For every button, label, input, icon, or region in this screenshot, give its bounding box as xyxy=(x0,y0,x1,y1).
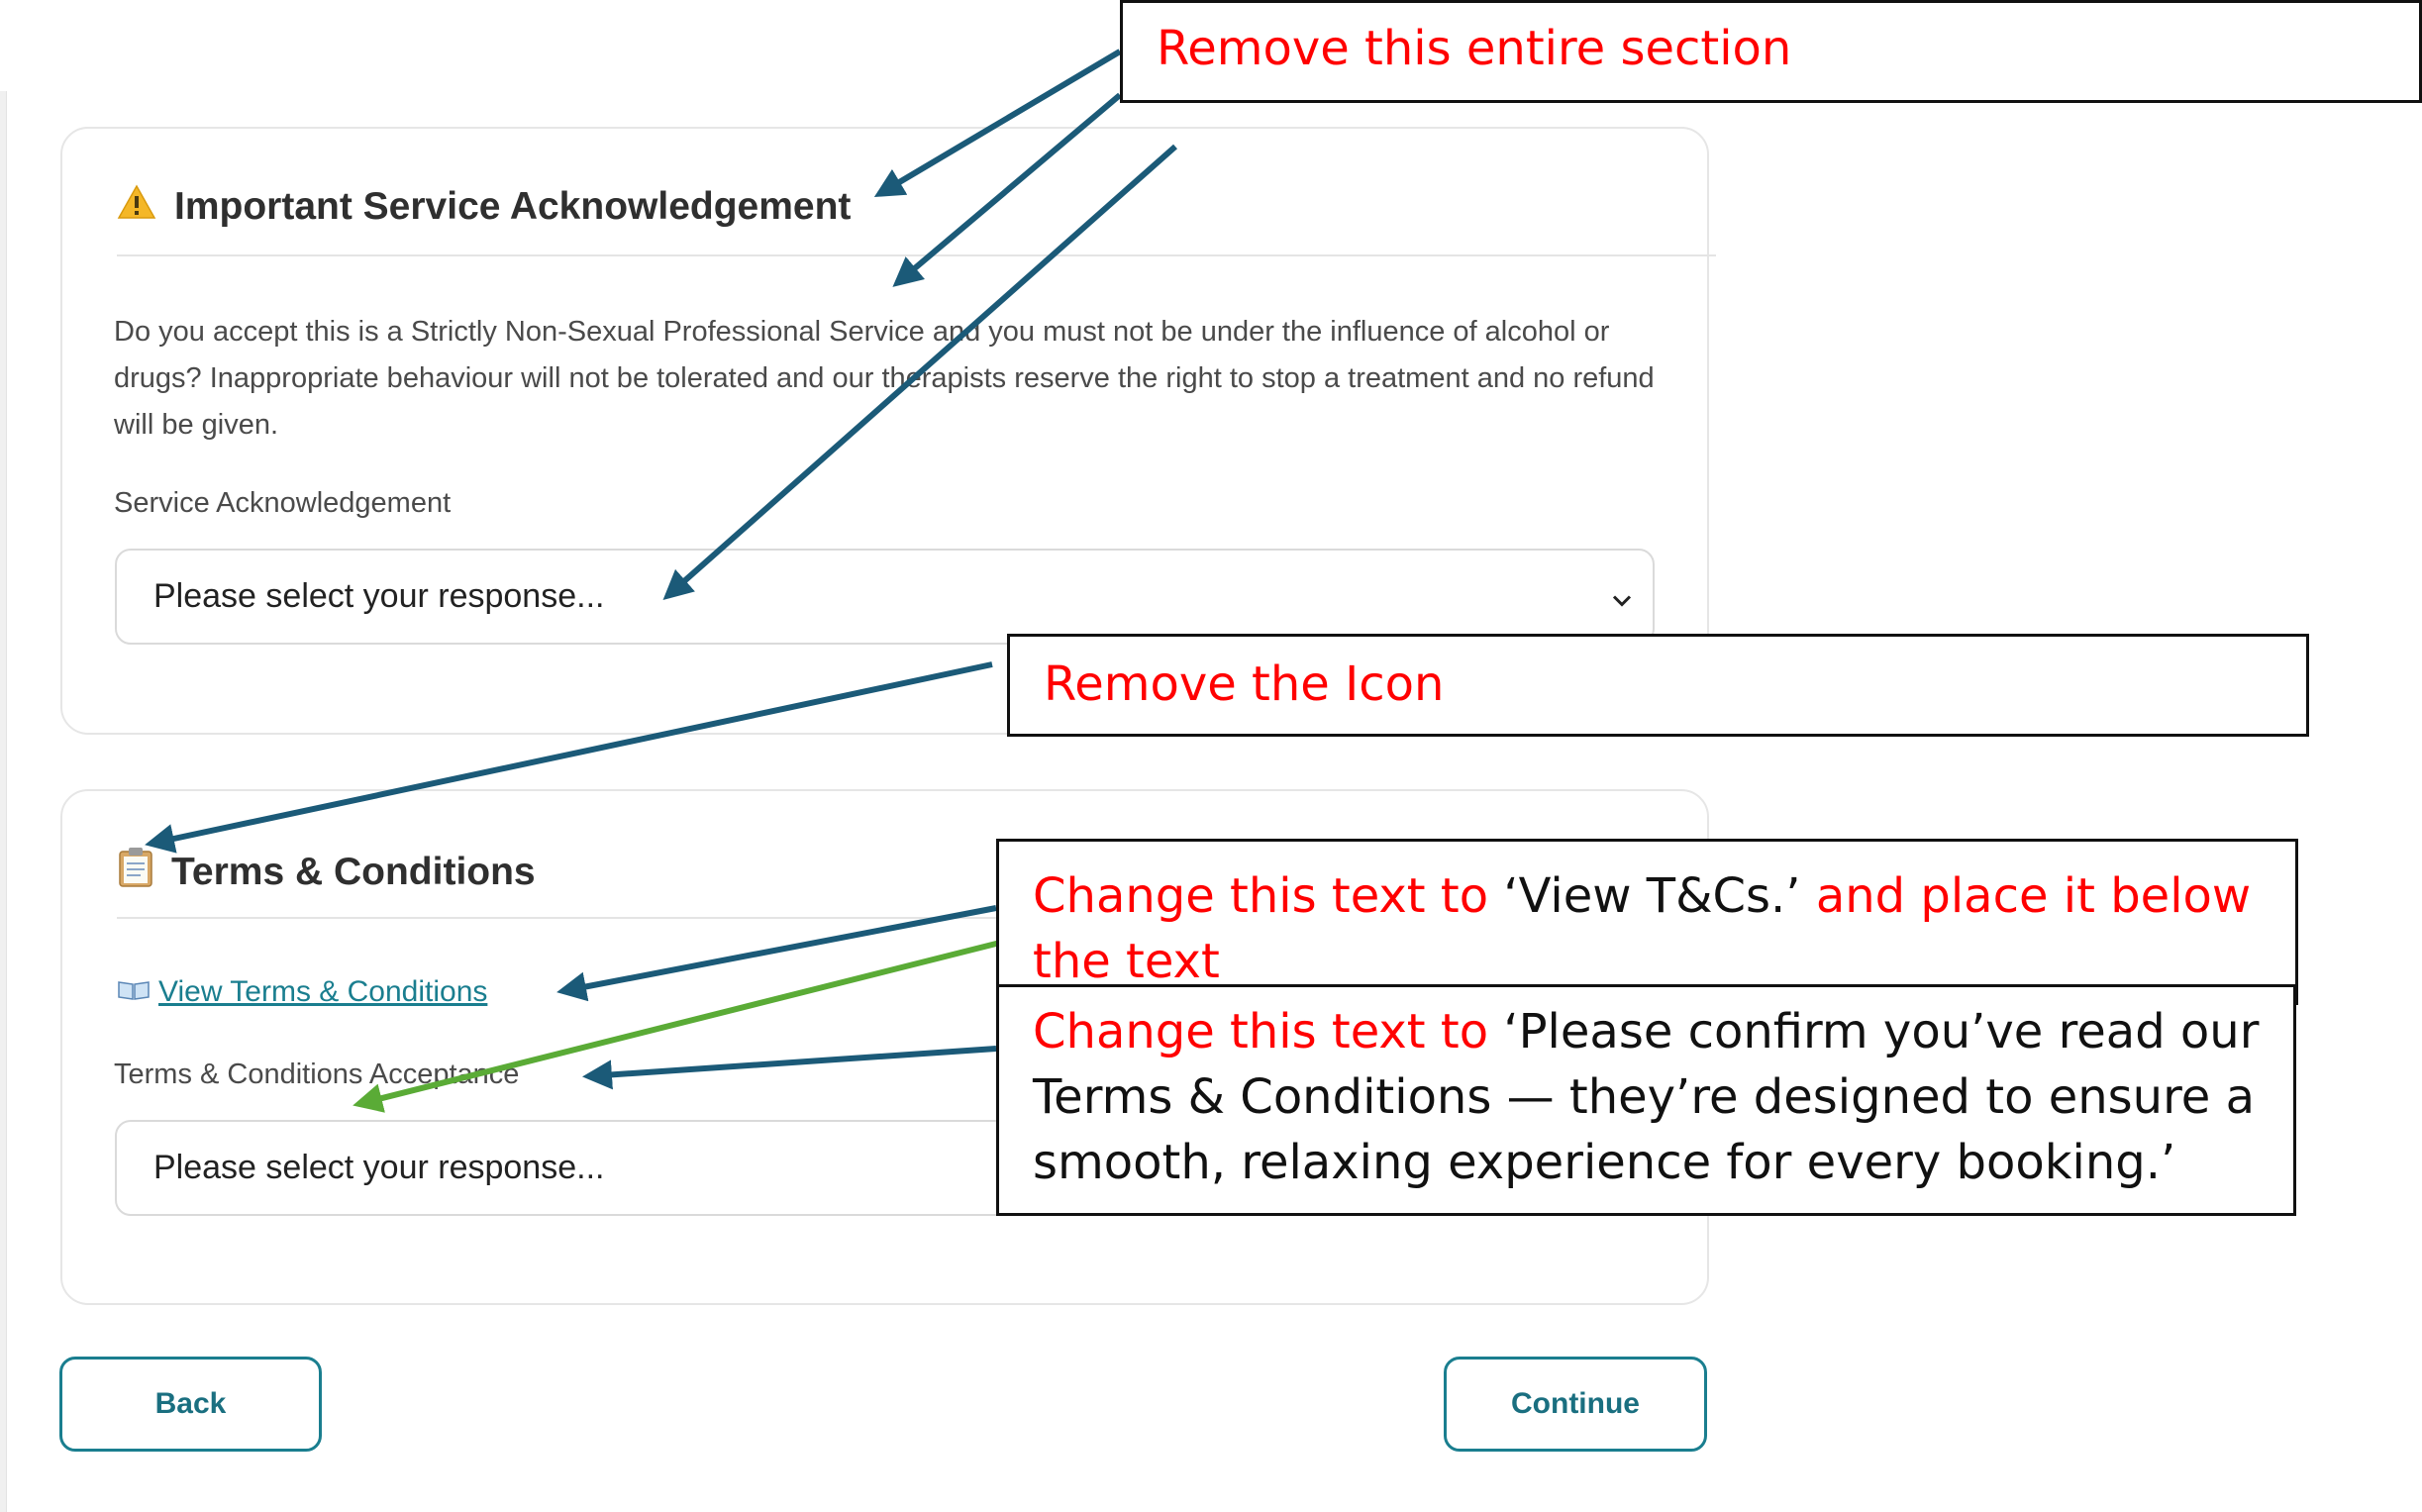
annotation-text: Change this text to ‘Please confirm you’… xyxy=(1033,999,2293,1195)
select-value: Please select your response... xyxy=(153,577,605,615)
chevron-down-icon xyxy=(1611,577,1633,616)
title-divider xyxy=(117,254,1716,256)
annotation-quote: ‘View T&Cs.’ xyxy=(1503,868,1801,924)
annotation-prefix: Change this text to xyxy=(1033,1004,1489,1059)
select-value: Please select your response... xyxy=(153,1149,605,1186)
continue-button[interactable]: Continue xyxy=(1444,1357,1707,1452)
terms-conditions-heading: Terms & Conditions xyxy=(118,847,536,898)
back-button[interactable]: Back xyxy=(59,1357,322,1452)
annotation-text: Change this text to ‘View T&Cs.’ and pla… xyxy=(1033,863,2295,994)
service-description: Do you accept this is a Strictly Non-Sex… xyxy=(114,316,1655,441)
annotation-remove-section: Remove this entire section xyxy=(1120,0,2422,103)
annotation-remove-icon: Remove the Icon xyxy=(1007,634,2309,737)
service-acknowledgement-label: Service Acknowledgement xyxy=(114,487,452,519)
service-acknowledgement-heading: Important Service Acknowledgement xyxy=(117,184,851,230)
annotation-text: Remove this entire section xyxy=(1157,21,1792,76)
view-terms-link-text: View Terms & Conditions xyxy=(158,975,488,1008)
service-acknowledgement-select[interactable]: Please select your response... xyxy=(115,549,1655,645)
page-edge xyxy=(0,91,7,1512)
annotation-text: Remove the Icon xyxy=(1044,656,1445,712)
warning-icon xyxy=(117,184,156,230)
annotation-prefix: Change this text to xyxy=(1033,868,1489,924)
section-title: Important Service Acknowledgement xyxy=(174,185,852,228)
annotation-change-label: Change this text to ‘Please confirm you’… xyxy=(996,984,2296,1216)
annotation-change-link: Change this text to ‘View T&Cs.’ and pla… xyxy=(996,839,2298,1005)
view-terms-link[interactable]: View Terms & Conditions xyxy=(117,975,487,1009)
clipboard-icon xyxy=(118,847,153,898)
section-title: Terms & Conditions xyxy=(171,851,536,893)
book-icon xyxy=(117,975,151,1009)
terms-acceptance-label: Terms & Conditions Acceptance xyxy=(114,1058,520,1090)
